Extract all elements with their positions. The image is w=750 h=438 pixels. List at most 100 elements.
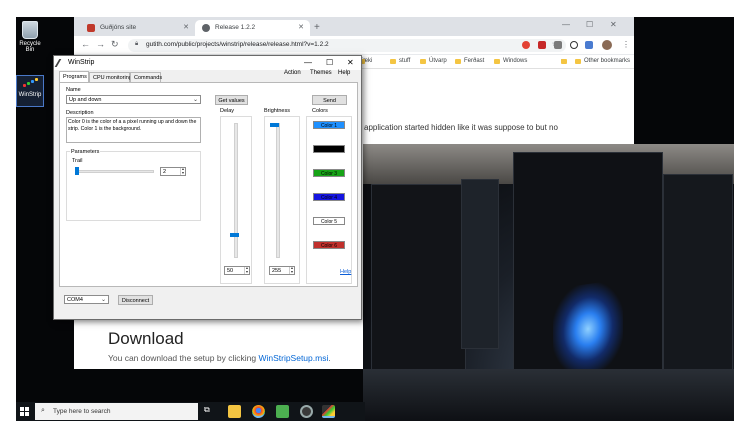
- winstrip-shortcut[interactable]: WinStrip: [16, 75, 44, 107]
- play-icon[interactable]: [570, 41, 578, 49]
- maximize-icon[interactable]: ☐: [586, 20, 593, 29]
- recycle-bin-shortcut[interactable]: Recycle Bin: [16, 21, 44, 53]
- reload-icon[interactable]: ↻: [111, 39, 119, 50]
- port-selected-value: COM4: [67, 297, 83, 303]
- brightness-stepper[interactable]: 255 ▲ ▼: [269, 266, 295, 275]
- menu-action[interactable]: Action: [284, 70, 301, 81]
- send-button[interactable]: Send: [312, 95, 347, 105]
- color-4-button[interactable]: Color 4: [313, 193, 345, 201]
- winstrip-title-bar: WinStrip — ☐ ✕: [54, 56, 361, 70]
- close-window-icon[interactable]: ✕: [347, 58, 354, 67]
- taskbar: ⌕ Type here to search ⧉: [16, 402, 365, 421]
- photo-speaker: [371, 184, 466, 384]
- chrome-icon[interactable]: [252, 405, 265, 418]
- address-bar[interactable]: 🔒︎ gutith.com/public/projects/winstrip/r…: [128, 39, 566, 52]
- help-link[interactable]: Help: [340, 269, 351, 275]
- trail-label: Trail: [72, 158, 83, 164]
- download-heading: Download: [108, 329, 184, 348]
- menu-themes[interactable]: Themes: [310, 70, 332, 81]
- extension-icon[interactable]: [554, 41, 562, 49]
- programs-panel: Name Up and down ⌄ Get values Send Descr…: [59, 82, 358, 287]
- delay-label: Delay: [220, 108, 235, 114]
- pen-icon: [54, 59, 68, 67]
- maximize-icon[interactable]: ☐: [326, 58, 333, 67]
- trail-slider-thumb[interactable]: [75, 167, 79, 175]
- disconnect-button[interactable]: Disconnect: [118, 295, 153, 305]
- delay-slider-thumb[interactable]: [230, 233, 239, 237]
- close-tab-icon[interactable]: ✕: [298, 23, 304, 31]
- recycle-bin-icon: [22, 21, 38, 39]
- minimize-icon[interactable]: —: [304, 58, 312, 67]
- minimize-icon[interactable]: —: [562, 20, 570, 29]
- close-window-icon[interactable]: ✕: [610, 20, 617, 29]
- app-icon[interactable]: [300, 405, 313, 418]
- port-select[interactable]: COM4 ⌄: [64, 295, 109, 304]
- program-select[interactable]: Up and down ⌄: [66, 95, 201, 104]
- tab-cpu-monitoring[interactable]: CPU monitoring: [89, 72, 132, 82]
- color-5-button[interactable]: Color 5: [313, 217, 345, 225]
- tab-gudjons-site[interactable]: Guðjóns site ✕: [80, 20, 195, 36]
- tab-commands[interactable]: Commands: [130, 72, 162, 82]
- task-view-icon[interactable]: ⧉: [204, 405, 217, 418]
- brightness-group: [264, 116, 300, 284]
- winstrip-taskbar-icon[interactable]: [322, 405, 335, 418]
- spin-arrows-icon[interactable]: ▲ ▼: [244, 266, 249, 274]
- brightness-slider-thumb[interactable]: [270, 123, 279, 127]
- tab-programs[interactable]: Programs: [59, 71, 89, 82]
- menu-help[interactable]: Help: [338, 70, 350, 81]
- parameters-group: [66, 151, 201, 221]
- color-2-button[interactable]: Color 2: [313, 145, 345, 153]
- colors-group: Color 1 Color 2 Color 3 Color 4 Color 5 …: [306, 116, 352, 284]
- back-icon[interactable]: ←: [81, 39, 90, 49]
- notepad-icon[interactable]: [276, 405, 289, 418]
- download-link[interactable]: WinStripSetup.msi: [258, 353, 328, 363]
- trail-value: 2: [163, 169, 167, 175]
- tab-label: Release 1.2.2: [215, 24, 256, 31]
- get-values-button[interactable]: Get values: [215, 95, 248, 105]
- extension-icon[interactable]: [538, 41, 546, 49]
- delay-value: 50: [227, 268, 234, 274]
- delay-stepper[interactable]: 50 ▲ ▼: [224, 266, 250, 275]
- photo-led-glow: [553, 279, 623, 379]
- chevron-down-icon: ⌄: [192, 97, 198, 103]
- menu-icon[interactable]: ⋮: [622, 40, 630, 49]
- spin-arrows-icon[interactable]: ▲ ▼: [289, 266, 294, 274]
- windows-start-icon[interactable]: [20, 407, 29, 416]
- color-3-button[interactable]: Color 3: [313, 169, 345, 177]
- winstrip-window: WinStrip — ☐ ✕ Action Themes Help Progra…: [53, 55, 362, 320]
- name-label: Name: [66, 87, 81, 93]
- bookmark-folder[interactable]: Ferðast: [455, 58, 484, 64]
- other-bookmarks[interactable]: Other bookmarks: [575, 58, 630, 64]
- tab-release[interactable]: Release 1.2.2 ✕: [195, 20, 310, 36]
- url-text: gutith.com/public/projects/winstrip/rele…: [146, 41, 329, 48]
- description-text: Color 0 is the color of a a pixel runnin…: [66, 117, 201, 143]
- photo-case: [461, 179, 499, 349]
- window-title: WinStrip: [68, 59, 95, 66]
- desktop: Recycle Bin WinStrip Guðjóns site ✕ Rele…: [16, 17, 734, 421]
- colors-label: Colors: [312, 108, 328, 114]
- bookmark-folder[interactable]: stuff: [390, 58, 410, 64]
- trail-slider[interactable]: [76, 170, 154, 173]
- brightness-slider[interactable]: [276, 123, 280, 258]
- color-6-button[interactable]: Color 6: [313, 241, 345, 249]
- bookmark-folder[interactable]: Útvarp: [420, 58, 447, 64]
- color-1-button[interactable]: Color 1: [313, 121, 345, 129]
- trail-stepper[interactable]: 2 ▲ ▼: [160, 167, 186, 176]
- site-favicon-icon: [87, 24, 95, 32]
- bookmarks-overflow[interactable]: »: [561, 58, 568, 64]
- file-explorer-icon[interactable]: [228, 405, 241, 418]
- taskbar-search-box[interactable]: ⌕ Type here to search: [35, 403, 198, 420]
- forward-icon[interactable]: →: [96, 39, 105, 49]
- new-tab-button[interactable]: +: [314, 22, 320, 33]
- close-tab-icon[interactable]: ✕: [183, 23, 189, 31]
- lock-icon: 🔒︎: [135, 41, 139, 47]
- webcam-photo: [363, 144, 734, 421]
- spin-arrows-icon[interactable]: ▲ ▼: [180, 167, 185, 175]
- chevron-down-icon: ⌄: [100, 297, 106, 303]
- adblock-icon[interactable]: [522, 41, 530, 49]
- extension-icon[interactable]: [585, 41, 593, 49]
- page-paragraph: d the application started hidden like it…: [344, 123, 558, 132]
- avatar[interactable]: [602, 40, 612, 50]
- bookmark-folder[interactable]: Windows: [494, 58, 527, 64]
- delay-slider[interactable]: [234, 123, 238, 258]
